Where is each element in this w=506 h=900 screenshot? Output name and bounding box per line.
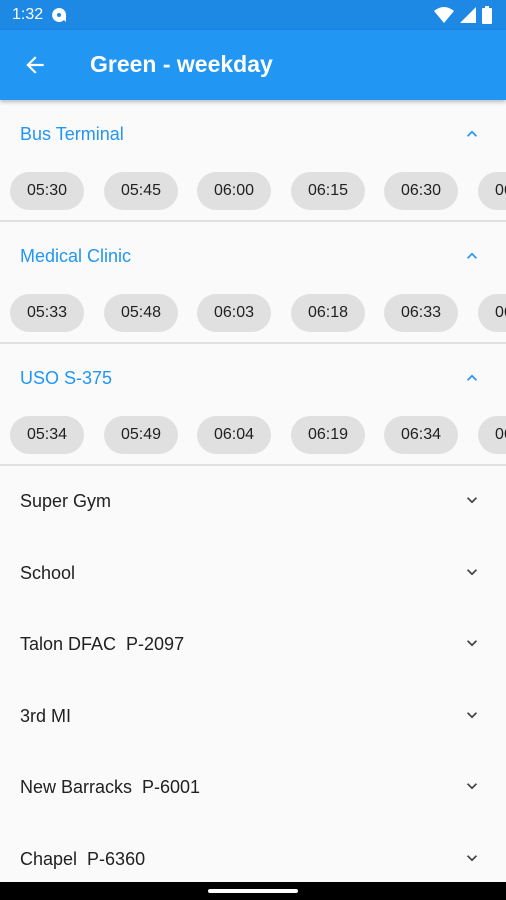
time-chip[interactable]: 06:34: [384, 416, 458, 454]
chevron-down-icon[interactable]: [462, 848, 482, 868]
time-chip[interactable]: 05:48: [104, 294, 178, 332]
stop-header-medical-clinic[interactable]: Medical Clinic: [0, 222, 506, 290]
status-bar: 1:32: [0, 0, 506, 30]
status-icons: [434, 6, 492, 24]
time-chip[interactable]: 06:03: [197, 294, 271, 332]
stop-label: 3rd MI: [20, 705, 72, 726]
time-chip[interactable]: 05:49: [104, 416, 178, 454]
time-chip[interactable]: 05:45: [104, 172, 178, 210]
notification-icon: [52, 8, 67, 22]
back-arrow-icon[interactable]: [22, 52, 48, 78]
chevron-down-icon[interactable]: [462, 490, 482, 510]
status-time: 1:32: [12, 6, 44, 23]
signal-icon: [460, 7, 476, 23]
time-chip[interactable]: 05:30: [10, 172, 84, 210]
chevron-down-icon[interactable]: [462, 562, 482, 582]
stop-row-talon-dfac[interactable]: Talon DFAC P-2097: [0, 609, 506, 681]
time-chip[interactable]: 06:19: [291, 416, 365, 454]
system-nav-bar: [0, 882, 506, 900]
stop-section-bus-terminal: Bus Terminal 05:30 05:45 06:00 06:15 06:…: [0, 100, 506, 222]
time-chip[interactable]: 05:33: [10, 294, 84, 332]
stop-row-3rd-mi[interactable]: 3rd MI: [0, 681, 506, 753]
time-chip[interactable]: 06:33: [384, 294, 458, 332]
time-chip[interactable]: 06:04: [197, 416, 271, 454]
time-chips: 05:33 05:48 06:03 06:18 06:33 06:48: [0, 290, 506, 342]
time-chip[interactable]: 06:15: [291, 172, 365, 210]
stop-row-super-gym[interactable]: Super Gym: [0, 466, 506, 538]
stop-title: Bus Terminal: [20, 123, 124, 144]
stop-row-chapel[interactable]: Chapel P-6360: [0, 824, 506, 883]
battery-icon: [482, 6, 492, 24]
stop-label: Super Gym: [20, 491, 112, 512]
stop-header-uso[interactable]: USO S-375: [0, 344, 506, 412]
time-chip[interactable]: 06:18: [291, 294, 365, 332]
chevron-down-icon[interactable]: [462, 705, 482, 725]
time-chip[interactable]: 06:00: [197, 172, 271, 210]
time-chip[interactable]: 06:48: [478, 294, 506, 332]
time-chip[interactable]: 05:34: [10, 416, 84, 454]
app-bar: Green - weekday: [0, 30, 506, 100]
time-chip[interactable]: 06:45: [478, 172, 506, 210]
time-chip[interactable]: 06:49: [478, 416, 506, 454]
chevron-down-icon[interactable]: [462, 776, 482, 796]
stop-list: Bus Terminal 05:30 05:45 06:00 06:15 06:…: [0, 100, 506, 882]
stop-section-medical-clinic: Medical Clinic 05:33 05:48 06:03 06:18 0…: [0, 222, 506, 344]
home-gesture-handle[interactable]: [208, 889, 298, 893]
time-chips: 05:30 05:45 06:00 06:15 06:30 06:45: [0, 168, 506, 220]
chevron-up-icon[interactable]: [462, 246, 482, 266]
stop-label: New Barracks P-6001: [20, 777, 201, 798]
wifi-icon: [434, 7, 454, 23]
stop-title: Medical Clinic: [20, 245, 132, 266]
page-title: Green - weekday: [90, 51, 273, 77]
stop-row-school[interactable]: School: [0, 538, 506, 610]
stop-label: School: [20, 562, 76, 583]
chevron-down-icon[interactable]: [462, 633, 482, 653]
chevron-up-icon[interactable]: [462, 368, 482, 388]
time-chips: 05:34 05:49 06:04 06:19 06:34 06:49: [0, 412, 506, 464]
stop-row-new-barracks[interactable]: New Barracks P-6001: [0, 752, 506, 824]
chevron-up-icon[interactable]: [462, 124, 482, 144]
stop-label: Talon DFAC P-2097: [20, 634, 185, 655]
stop-label: Chapel P-6360: [20, 848, 146, 869]
time-chip[interactable]: 06:30: [384, 172, 458, 210]
stop-header-bus-terminal[interactable]: Bus Terminal: [0, 100, 506, 168]
stop-title: USO S-375: [20, 367, 113, 388]
stop-section-uso: USO S-375 05:34 05:49 06:04 06:19 06:34 …: [0, 344, 506, 466]
